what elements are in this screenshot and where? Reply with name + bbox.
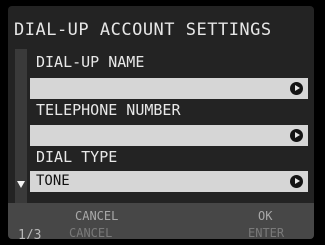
triangle-down-icon: [17, 181, 25, 188]
scroll-rail: [15, 49, 27, 216]
cancel-sub-label: CANCEL: [69, 226, 113, 239]
arrow-right-circle-icon[interactable]: [290, 175, 303, 188]
telephone-number-field[interactable]: [30, 125, 308, 146]
bottom-bar: 1/3 CANCEL CANCEL OK ENTER: [8, 203, 314, 239]
telephone-number-label: TELEPHONE NUMBER: [36, 101, 181, 119]
dial-type-value: TONE: [36, 173, 70, 189]
cancel-button[interactable]: CANCEL: [75, 209, 118, 223]
screen-title: DIAL-UP ACCOUNT SETTINGS: [14, 20, 272, 40]
page-indicator: 1/3: [18, 228, 42, 239]
ok-sub-label: ENTER: [248, 226, 285, 239]
dialup-name-label: DIAL-UP NAME: [36, 53, 145, 71]
arrow-right-circle-icon[interactable]: [290, 82, 303, 95]
arrow-right-circle-icon[interactable]: [290, 129, 303, 142]
settings-screen: DIAL-UP ACCOUNT SETTINGS DIAL-UP NAME TE…: [8, 6, 314, 239]
dial-type-field[interactable]: TONE: [30, 171, 308, 192]
ok-button[interactable]: OK: [258, 209, 272, 223]
dial-type-label: DIAL TYPE: [36, 148, 118, 166]
dialup-name-field[interactable]: [30, 78, 308, 99]
